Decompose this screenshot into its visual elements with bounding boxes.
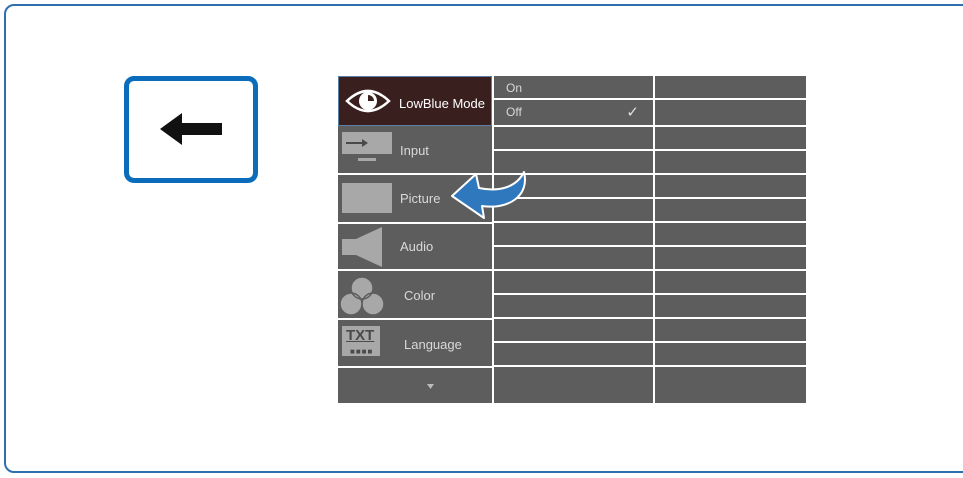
submenu-row — [655, 343, 806, 365]
submenu-row — [655, 151, 806, 173]
menu-item-label: LowBlue Mode — [399, 96, 485, 111]
submenu-row — [494, 247, 653, 269]
chevron-down-icon — [427, 384, 434, 389]
submenu-row — [655, 319, 806, 341]
option-label: On — [506, 81, 523, 95]
submenu-row — [655, 223, 806, 245]
submenu-row — [655, 199, 806, 221]
submenu-row — [655, 76, 806, 98]
menu-item-color[interactable]: Color — [338, 271, 492, 320]
back-button[interactable] — [124, 76, 258, 183]
submenu-row — [655, 175, 806, 197]
menu-item-label: Input — [400, 143, 429, 158]
submenu-row — [494, 295, 653, 317]
eye-icon — [345, 89, 391, 113]
submenu-row — [655, 127, 806, 149]
check-icon: ✓ — [626, 104, 639, 121]
language-icon: TXT ■■■■ — [342, 326, 380, 356]
picture-icon — [342, 183, 392, 213]
speaker-icon — [342, 227, 382, 267]
color-icon — [340, 276, 384, 316]
menu-scroll-down[interactable] — [338, 368, 492, 403]
submenu-row — [494, 271, 653, 293]
submenu-row — [655, 100, 806, 125]
option-off[interactable]: Off ✓ — [494, 100, 653, 125]
submenu-row — [494, 127, 653, 149]
submenu-row — [494, 343, 653, 365]
option-label: Off — [506, 105, 522, 119]
left-arrow-icon — [160, 113, 222, 145]
menu-item-audio[interactable]: Audio — [338, 224, 492, 271]
menu-item-label: Language — [404, 337, 462, 352]
submenu-row — [655, 295, 806, 317]
menu-item-lowblue-mode[interactable]: LowBlue Mode — [338, 76, 492, 126]
input-icon — [342, 132, 392, 161]
menu-item-label: Picture — [400, 191, 441, 206]
submenu-row — [655, 367, 806, 403]
sub-submenu — [655, 76, 806, 403]
main-menu: LowBlue Mode Input Picture Audio Color T… — [338, 76, 492, 403]
menu-item-label: Color — [404, 288, 436, 303]
submenu-row — [494, 319, 653, 341]
menu-item-label: Audio — [400, 239, 434, 254]
menu-item-language[interactable]: TXT ■■■■ Language — [338, 320, 492, 368]
submenu-row — [494, 367, 653, 403]
return-arrow-icon — [451, 171, 526, 219]
submenu-row — [655, 271, 806, 293]
submenu-row — [655, 247, 806, 269]
submenu: On Off ✓ — [494, 76, 653, 403]
osd-menu: LowBlue Mode Input Picture Audio Color T… — [338, 76, 806, 403]
option-on[interactable]: On — [494, 76, 653, 98]
